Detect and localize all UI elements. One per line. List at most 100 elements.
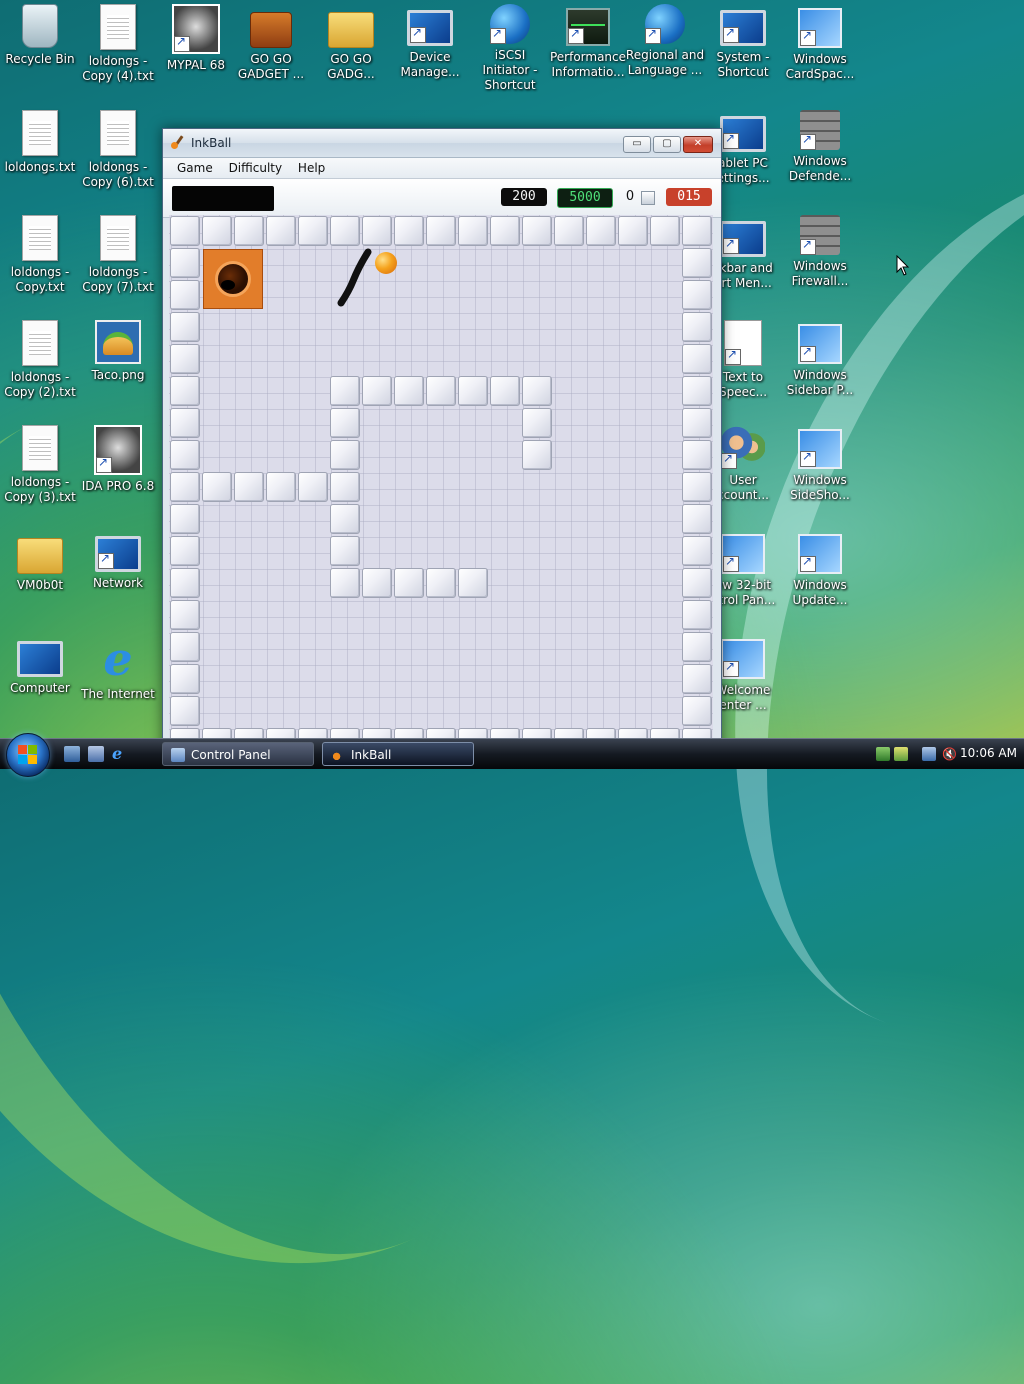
desktop-icon-label: Windows CardSpac... [785,52,855,81]
desktop-icon[interactable]: Computer [0,631,80,731]
wall-block [682,216,712,246]
taskbar-control-panel[interactable]: Control Panel [162,742,314,766]
wall-block [682,632,712,662]
cardspace-icon [798,8,842,48]
desktop-icon[interactable]: Windows Sidebar P... [780,316,860,416]
tray-monitor-icon[interactable] [922,747,936,761]
shortcut-arrow-icon [800,554,816,572]
shortcut-arrow-icon [800,237,816,255]
wall-block [170,216,200,246]
desktop-icon[interactable]: GO GO GADG... [311,0,391,100]
desktop-icon-label: The Internet [81,687,155,701]
shortcut-arrow-icon [174,34,190,52]
taskbar-task-label: InkBall [351,748,392,762]
game-board[interactable] [169,215,713,749]
wall-block [522,408,552,438]
menu-help[interactable]: Help [292,158,331,178]
desktop-icon[interactable]: Windows SideSho... [780,421,860,521]
wall-block [682,568,712,598]
desktop-icon[interactable]: Performance Informatio... [548,0,628,100]
desktop-icon[interactable]: loldongs - Copy (7).txt [78,211,158,311]
desktop-icon[interactable]: Regional and Language ... [625,0,705,100]
inkball-window: InkBall ▭ ▢ ✕ Game Difficulty Help 200 5… [162,128,722,750]
desktop-icon[interactable]: Device Manage... [390,0,470,100]
maximize-button[interactable]: ▢ [653,136,681,153]
desktop-icon[interactable]: e The Internet [78,631,158,731]
desktop-icon-label: VM0b0t [16,578,64,592]
wall-block [170,248,200,278]
desktop-icon-label: loldongs - Copy (4).txt [82,54,154,83]
desktop-icon-label: loldongs - Copy (3).txt [4,475,76,504]
desktop-icon[interactable]: loldongs - Copy (4).txt [78,0,158,100]
desktop-icon[interactable]: MYPAL 68 [156,0,236,100]
desktop-icon[interactable]: loldongs - Copy.txt [0,211,80,311]
wall-block [202,216,232,246]
switch-windows-icon[interactable] [88,746,104,762]
desktop-icon[interactable]: loldongs.txt [0,106,80,206]
shortcut-arrow-icon [800,28,816,46]
desktop-icon-label: GO GO GADG... [327,52,375,81]
control-panel-icon [171,748,185,762]
desktop-icon[interactable]: System - Shortcut [703,0,783,100]
defender-icon [800,110,840,150]
menu-game[interactable]: Game [171,158,219,178]
desktop-icon-label: loldongs - Copy (6).txt [82,160,154,189]
desktop-icon-label: loldongs - Copy (7).txt [82,265,154,294]
desktop-icon[interactable]: Taco.png [78,316,158,416]
score-display: 200 [501,188,547,206]
wall-block [330,504,360,534]
user-accounts-icon [721,425,765,469]
taskbar-inkball[interactable]: InkBall [322,742,474,766]
wall-block [298,472,328,502]
desktop-icon[interactable]: Windows Update... [780,526,860,626]
desktop-icon[interactable]: loldongs - Copy (2).txt [0,316,80,416]
desktop-icon[interactable]: VM0b0t [0,526,80,626]
wall-block [394,376,424,406]
wall-block [682,280,712,310]
tray-sidebar-icon[interactable] [894,747,908,761]
balls-counter-icon [641,191,655,205]
desktop-icon[interactable]: loldongs - Copy (3).txt [0,421,80,521]
desktop-icon[interactable]: iSCSI Initiator - Shortcut [470,0,550,100]
text-file-icon [100,4,136,50]
wall-block [586,216,616,246]
desktop-icon[interactable]: loldongs - Copy (6).txt [78,106,158,206]
desktop-icon[interactable]: Windows CardSpac... [780,0,860,100]
desktop-icon-label: loldongs - Copy.txt [10,265,70,294]
shortcut-arrow-icon [410,25,426,43]
desktop-icon[interactable]: GO GO GADGET ... [231,0,311,100]
tray-network-icon[interactable] [876,747,890,761]
ball-queue-display [172,186,274,211]
wall-block [490,376,520,406]
show-desktop-icon[interactable] [64,746,80,762]
text-file-icon [22,320,58,366]
close-button[interactable]: ✕ [683,136,713,153]
title-bar[interactable]: InkBall ▭ ▢ ✕ [163,129,721,158]
shortcut-arrow-icon [723,659,739,677]
wall-block [682,344,712,374]
inkball-icon [331,748,345,762]
wall-block [682,472,712,502]
wall-block [522,440,552,470]
orange-goal-hole [203,249,263,309]
desktop-icon[interactable]: Windows Firewall... [780,211,860,311]
wall-block [170,408,200,438]
wall-block [682,248,712,278]
desktop-icon[interactable]: Recycle Bin [0,0,80,100]
sidebar-icon [798,324,842,364]
desktop-icon[interactable]: Windows Defende... [780,106,860,206]
desktop-icon-label: IDA PRO 6.8 [81,479,155,493]
wall-block [266,472,296,502]
volume-muted-icon[interactable]: 🔇 [942,747,957,761]
menu-difficulty[interactable]: Difficulty [223,158,289,178]
start-button[interactable] [6,733,50,777]
taskbar-clock[interactable]: 10:06 AM [960,746,1017,760]
desktop-icon[interactable]: IDA PRO 6.8 [78,421,158,521]
desktop-icon-label: Windows Update... [792,578,848,607]
wall-block [426,568,456,598]
wall-block [170,344,200,374]
shortcut-arrow-icon [723,236,739,254]
minimize-button[interactable]: ▭ [623,136,651,153]
desktop-icon[interactable]: Network [78,526,158,626]
internet-explorer-icon[interactable]: e [112,746,128,762]
